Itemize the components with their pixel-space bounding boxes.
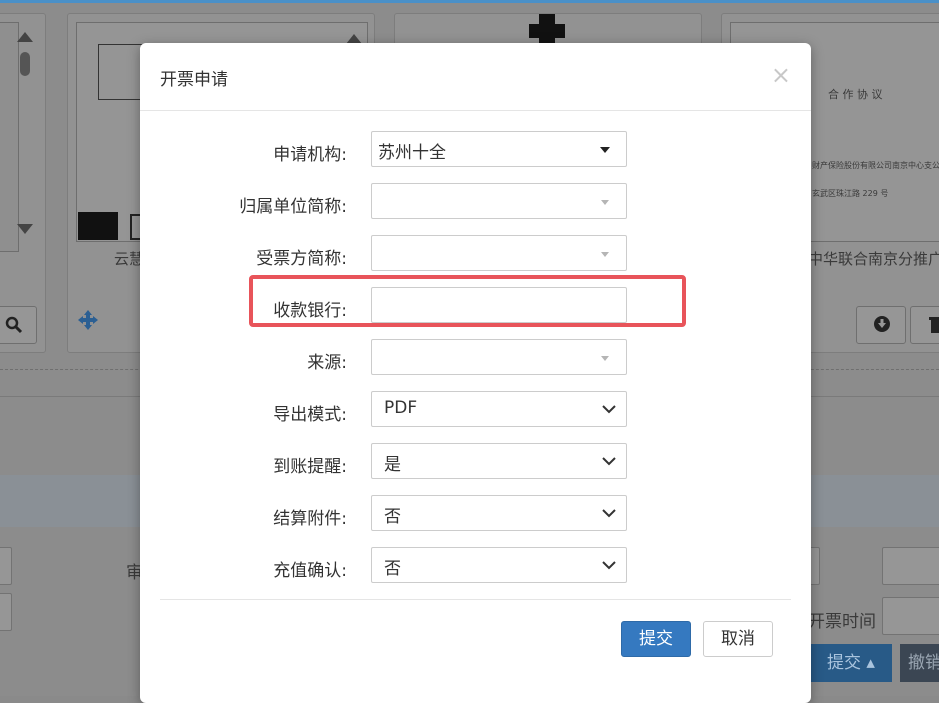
recharge-confirm-value: 否 — [384, 559, 401, 579]
export-mode-label: 导出模式: — [273, 405, 347, 425]
trash-icon — [929, 317, 939, 333]
apply-org-value: 苏州十全 — [378, 143, 446, 163]
move-icon[interactable] — [78, 310, 98, 330]
arrival-reminder-value: 是 — [384, 455, 401, 475]
apply-org-select[interactable]: 苏州十全 — [371, 131, 627, 167]
source-label: 来源: — [307, 353, 347, 373]
modal-title: 开票申请 — [160, 70, 228, 90]
export-mode-select[interactable]: PDF — [371, 391, 627, 427]
recharge-confirm-label: 充值确认: — [273, 561, 347, 581]
document-card-1 — [0, 13, 46, 353]
card-4-doc-title: 合 作 协 议 — [828, 88, 883, 101]
caret-down-icon — [601, 356, 609, 361]
download-button[interactable] — [856, 306, 906, 344]
arrival-reminder-select[interactable]: 是 — [371, 443, 627, 479]
chevron-down-icon — [602, 509, 616, 518]
card-4-doc-line1: 财产保险股份有限公司南京中心支公司 — [812, 161, 939, 170]
invoice-time-input[interactable] — [882, 597, 939, 635]
modal-footer-divider — [160, 599, 791, 600]
chevron-down-icon — [602, 457, 616, 466]
chevron-down-icon — [602, 405, 616, 414]
form-row-recipient: 受票方简称: — [140, 235, 811, 273]
bg-input-left-1[interactable] — [0, 547, 12, 585]
apply-org-label: 申请机构: — [273, 145, 347, 165]
source-select[interactable] — [371, 339, 627, 375]
revoke-button[interactable]: 撤销 — [900, 644, 939, 682]
caret-down-icon — [600, 147, 610, 153]
recipient-label: 受票方简称: — [256, 249, 347, 269]
zoom-button[interactable] — [0, 306, 37, 344]
bank-field-highlight — [249, 275, 686, 327]
magnify-icon — [5, 316, 23, 334]
cancel-button[interactable]: 取消 — [703, 621, 773, 657]
close-icon[interactable]: × — [771, 63, 791, 87]
scroll-up-icon[interactable] — [17, 32, 33, 42]
bg-input-left-2[interactable] — [0, 593, 12, 631]
form-row-arrival-reminder: 到账提醒: 是 — [140, 443, 811, 481]
form-row-source: 来源: — [140, 339, 811, 377]
invoice-request-modal: 开票申请 × 申请机构: 苏州十全 归属单位简称: 受票方简称: 收款银行: 来… — [140, 43, 811, 703]
caret-down-icon — [601, 252, 609, 257]
submit-button[interactable]: 提交 — [621, 621, 691, 657]
delete-button[interactable] — [910, 306, 939, 344]
owner-unit-label: 归属单位简称: — [239, 197, 347, 217]
scrollbar-thumb[interactable] — [20, 52, 30, 76]
card-4-caption: 中华联合南京分推广 — [808, 250, 939, 268]
modal-header: 开票申请 × — [140, 43, 811, 111]
recipient-select[interactable] — [371, 235, 627, 271]
form-row-owner-unit: 归属单位简称: — [140, 183, 811, 221]
scroll-down-icon[interactable] — [17, 224, 33, 234]
settlement-attachment-label: 结算附件: — [273, 509, 347, 529]
caret-down-icon — [601, 200, 609, 205]
bg-input-right-2[interactable] — [882, 547, 939, 585]
form-row-recharge-confirm: 充值确认: 否 — [140, 547, 811, 585]
settlement-attachment-value: 否 — [384, 507, 401, 527]
arrival-reminder-label: 到账提醒: — [273, 457, 347, 477]
bg-submit-button[interactable]: 提交 ▴ — [810, 644, 892, 682]
dark-block — [78, 212, 118, 240]
bg-submit-label: 提交 — [827, 653, 862, 673]
download-icon — [874, 316, 890, 332]
card-4-doc-line2: 玄武区珠江路 229 号 — [812, 189, 889, 198]
owner-unit-select[interactable] — [371, 183, 627, 219]
chevron-down-icon — [602, 561, 616, 570]
recharge-confirm-select[interactable]: 否 — [371, 547, 627, 583]
invoice-time-label: 开票时间 — [808, 612, 876, 632]
form-row-apply-org: 申请机构: 苏州十全 — [140, 131, 811, 169]
export-mode-value: PDF — [384, 398, 418, 418]
card-1-scroll-area — [0, 22, 19, 252]
settlement-attachment-select[interactable]: 否 — [371, 495, 627, 531]
form-row-export-mode: 导出模式: PDF — [140, 391, 811, 429]
form-row-settlement-attachment: 结算附件: 否 — [140, 495, 811, 533]
